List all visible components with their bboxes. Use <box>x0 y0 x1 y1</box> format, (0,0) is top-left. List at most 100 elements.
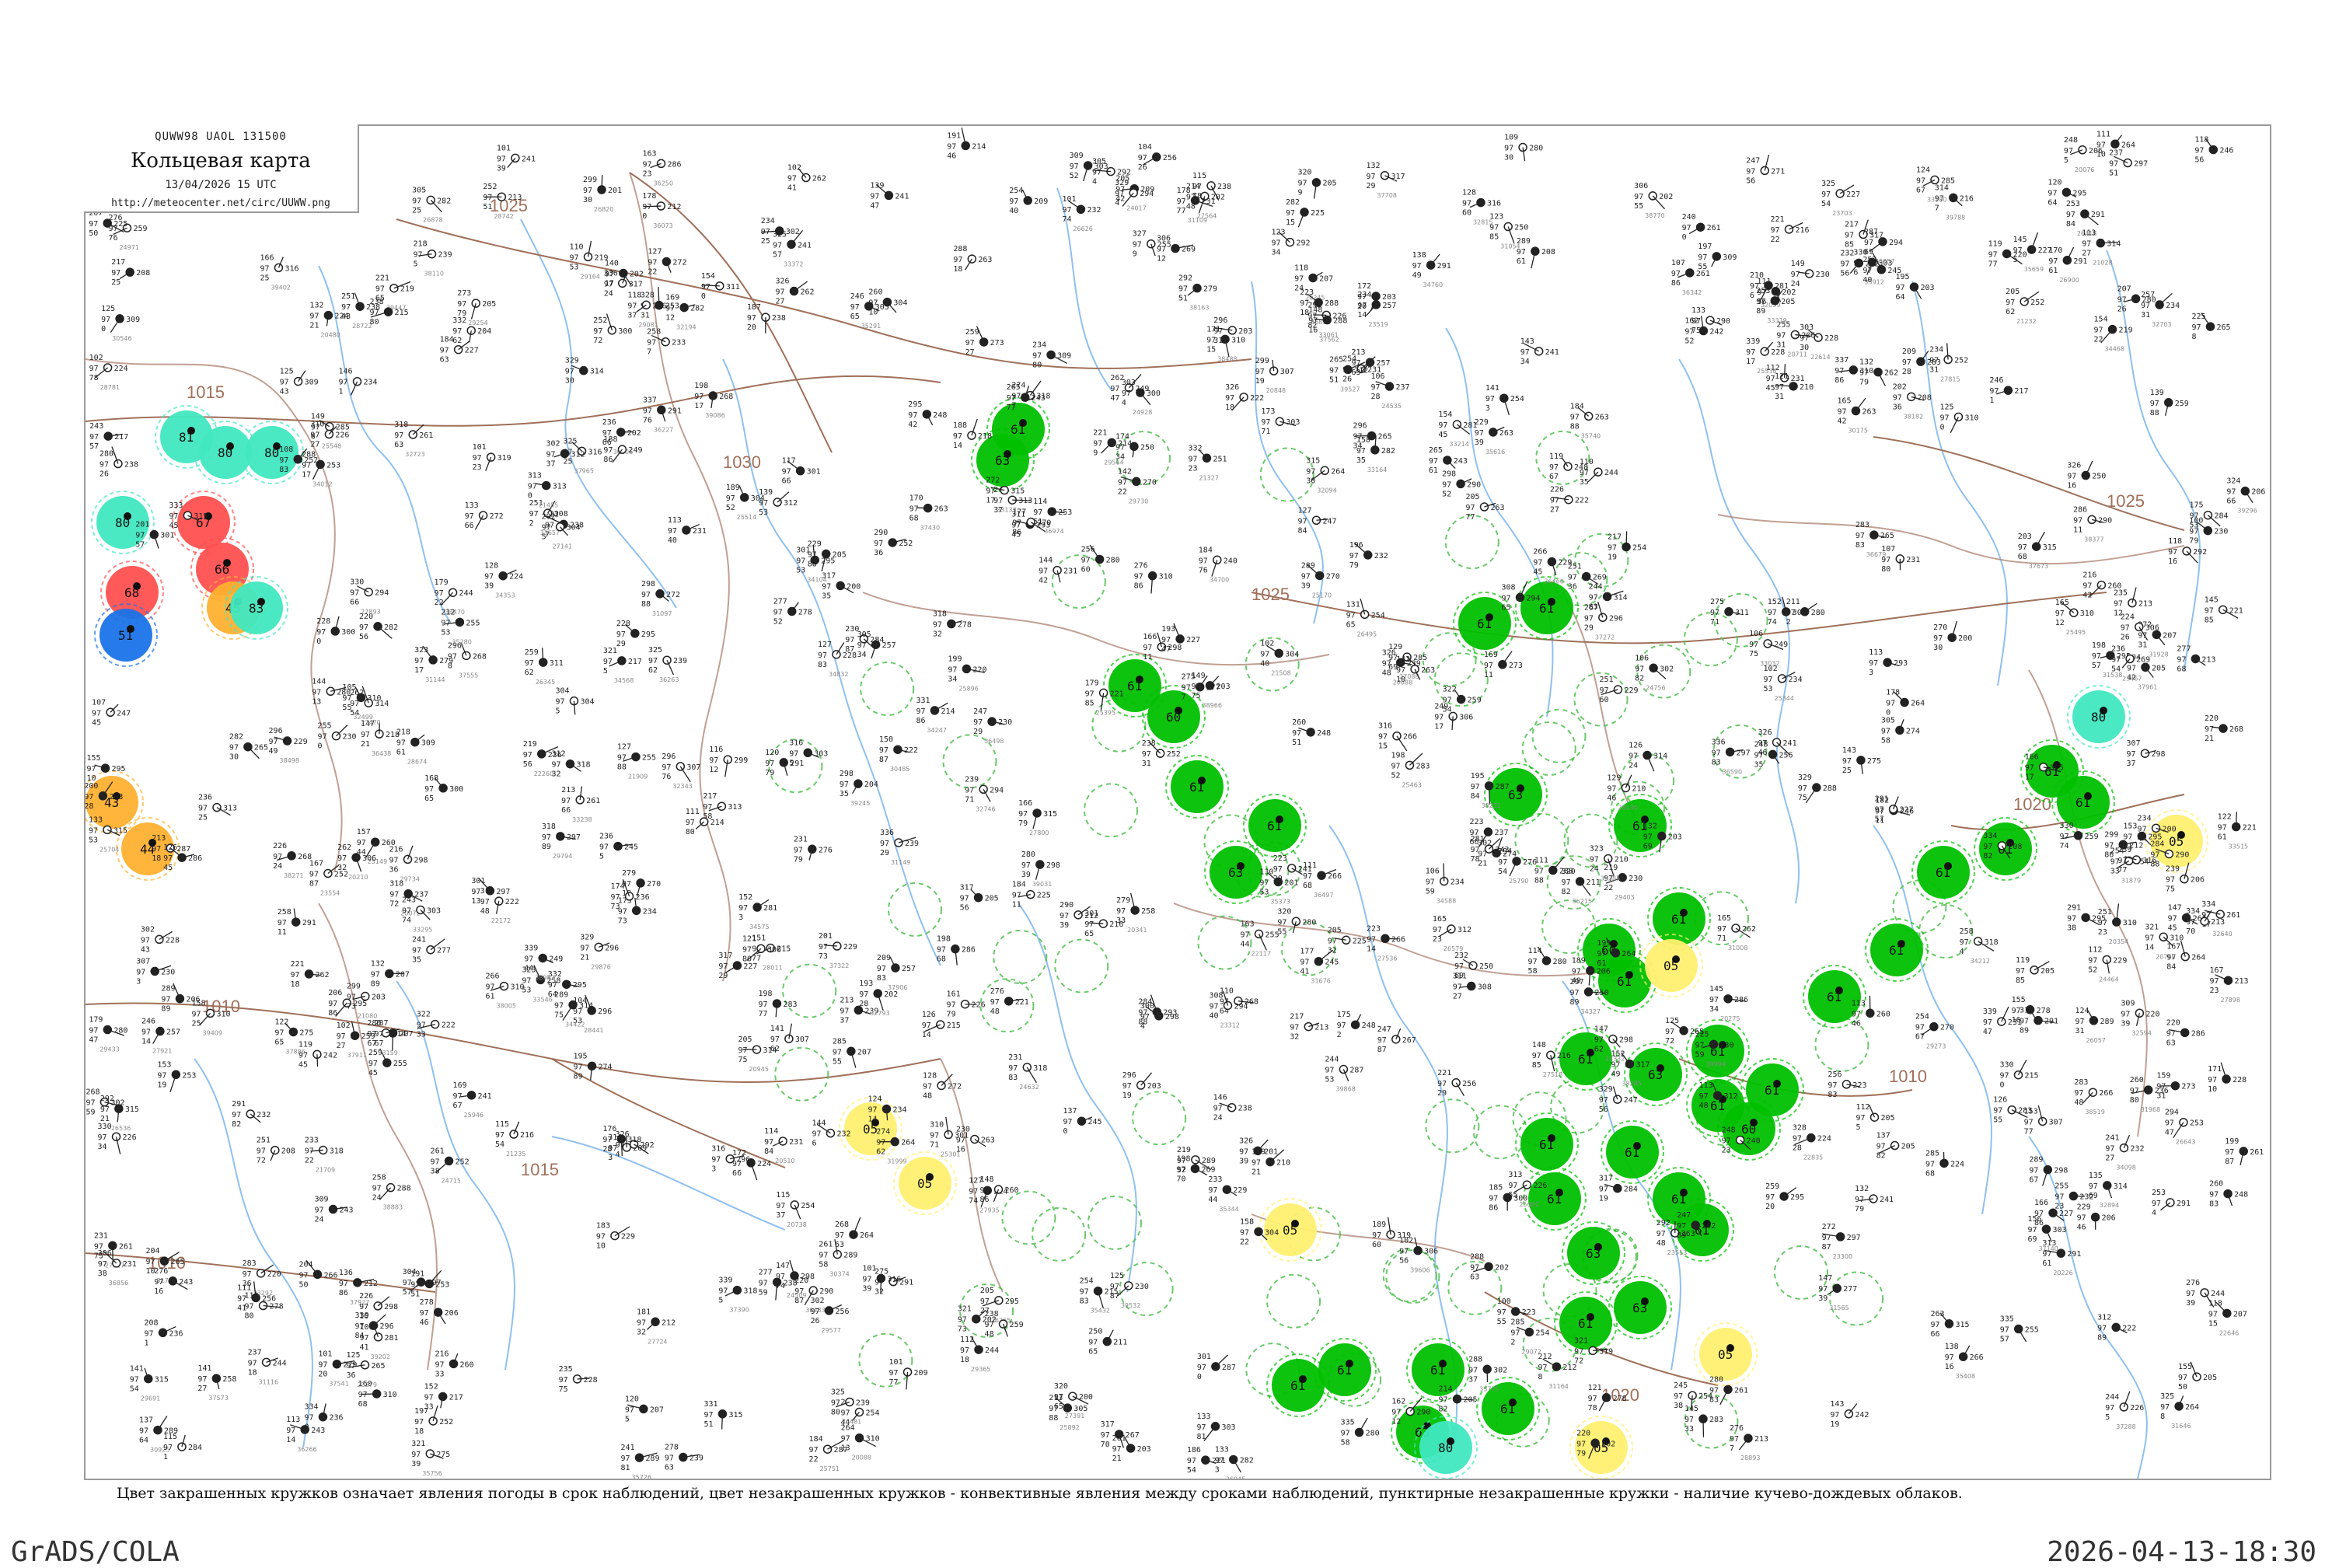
station-value: 29 <box>616 640 626 648</box>
weather-circle-rain: 61 <box>1314 1339 1376 1401</box>
station-value: 246 <box>850 292 864 301</box>
station-index: 36215 <box>1573 898 1592 905</box>
station-plot: 199973422025896 <box>948 655 986 692</box>
station-plot: 1599731273 <box>2156 1072 2195 1101</box>
station-index: 26495 <box>1357 630 1377 637</box>
station-value: 257 <box>902 965 916 973</box>
station-value: 97 <box>1225 394 1234 403</box>
station-value: 108 <box>279 445 293 454</box>
station-value: 305 <box>875 303 889 312</box>
station-plot: 1439719242 <box>1830 1400 1869 1429</box>
station-value: 97 <box>555 698 564 707</box>
station-value: 97 <box>304 1414 313 1423</box>
station-value: 248 <box>1317 729 1331 738</box>
station-value: 188 <box>953 421 967 430</box>
station-value: 286 <box>1734 996 1748 1004</box>
station-value: 97 <box>665 305 675 313</box>
station-value: 199 <box>948 655 962 663</box>
station-index: 28441 <box>584 1027 603 1034</box>
station-value: 253 <box>2152 1189 2166 1197</box>
station-index: 31116 <box>259 1378 278 1385</box>
station-value: 97 <box>960 895 969 903</box>
station-value: 219 <box>2119 327 2133 335</box>
station-value: 25 <box>1842 767 1852 775</box>
station-value: 97 <box>583 187 592 195</box>
station-value: 216 <box>1960 194 1974 203</box>
cb-ring <box>859 1334 912 1387</box>
station-value: 239 <box>856 1399 870 1407</box>
station-value: 308 <box>1478 983 1492 992</box>
station-marker <box>356 302 364 310</box>
station-plot: 1019739241 <box>497 144 536 173</box>
station-index: 38182 <box>1904 413 1923 420</box>
station-index: 39532 <box>1121 1302 1140 1309</box>
station-value: 97 <box>414 657 424 665</box>
station-value: 241 <box>798 241 812 250</box>
station-value: 329 <box>1599 1085 1613 1094</box>
station-value: 107 <box>1671 259 1685 267</box>
station-value: 97 <box>1484 662 1493 670</box>
station-value: 321 <box>603 647 617 655</box>
station-value: 310 <box>383 1391 397 1399</box>
station-value: 218 <box>978 432 992 441</box>
station-value: 240 <box>1682 213 1696 222</box>
station-value: 97 <box>1671 270 1681 278</box>
station-plot: 1279722272 <box>648 248 686 277</box>
station-value: 97 <box>1634 193 1643 201</box>
station-index: 31565 <box>1829 1304 1848 1311</box>
station-value: 97 <box>1532 1052 1541 1060</box>
station-value: 86 <box>1134 582 1143 591</box>
station-value: 282 <box>1865 260 1879 268</box>
station-value: 97 <box>350 700 359 708</box>
station-value: 220 <box>2205 714 2219 723</box>
station-index: 35280 <box>452 638 471 645</box>
station-value: 33 <box>435 1370 444 1378</box>
station-value: 24 <box>604 289 613 298</box>
station-value: 16 <box>2067 482 2076 491</box>
station-value: 288 <box>1468 1355 1482 1364</box>
station-value: 225 <box>2192 313 2206 321</box>
station-marker <box>103 826 111 833</box>
station-value: 244 <box>1589 582 1603 591</box>
station-value: 163 <box>643 149 657 158</box>
station-value: 84 <box>2066 220 2075 229</box>
station-value: 282 <box>384 623 398 632</box>
station-value: 244 <box>273 1359 287 1367</box>
station-value: 229 <box>1233 1186 1247 1195</box>
station-value: 97 <box>840 1409 850 1417</box>
station-plot: 3059758274 <box>1881 716 1920 745</box>
station-value: 97 <box>1081 556 1091 564</box>
station-value: 291 <box>790 760 804 768</box>
station-value: 31 <box>1775 393 1784 401</box>
station-plot: 336978329736590 <box>1712 738 1751 775</box>
station-value: 208 <box>1541 248 1555 257</box>
station-value: 54 <box>350 709 359 718</box>
station-value: 27 <box>965 348 975 357</box>
station-index: 22835 <box>1803 1154 1823 1161</box>
station-value: 323 <box>414 646 428 655</box>
station-value: 221 <box>375 274 389 283</box>
station-value: 213 <box>1314 1024 1328 1032</box>
station-value: 66 <box>350 599 359 607</box>
station-marker <box>169 1277 176 1285</box>
station-marker <box>472 299 480 307</box>
station-value: 53 <box>1325 1076 1334 1084</box>
station-value: 113 <box>2082 229 2096 238</box>
station-value: 97 <box>2166 1029 2176 1038</box>
station-plot: 165977126231008 <box>1717 914 1756 952</box>
station-value: 239 <box>965 775 979 784</box>
station-value: 97 <box>1325 1067 1334 1075</box>
station-plot: 1959789274 <box>574 1052 613 1081</box>
station-value: 154 <box>1438 410 1452 419</box>
station-value: 314 <box>579 1002 593 1011</box>
station-index: 38966 <box>1203 702 1222 709</box>
station-value: 97 <box>986 487 995 496</box>
station-value: 97 <box>857 641 867 650</box>
station-plot: 3119727308 <box>1453 973 1492 1001</box>
station-value: 263 <box>1595 413 1609 421</box>
station-value: 89 <box>574 1072 583 1081</box>
station-value: 84 <box>355 1332 365 1340</box>
station-value: 55 <box>1497 1318 1506 1326</box>
station-value: 185 <box>1489 1183 1503 1192</box>
station-value: 97 <box>593 327 602 336</box>
